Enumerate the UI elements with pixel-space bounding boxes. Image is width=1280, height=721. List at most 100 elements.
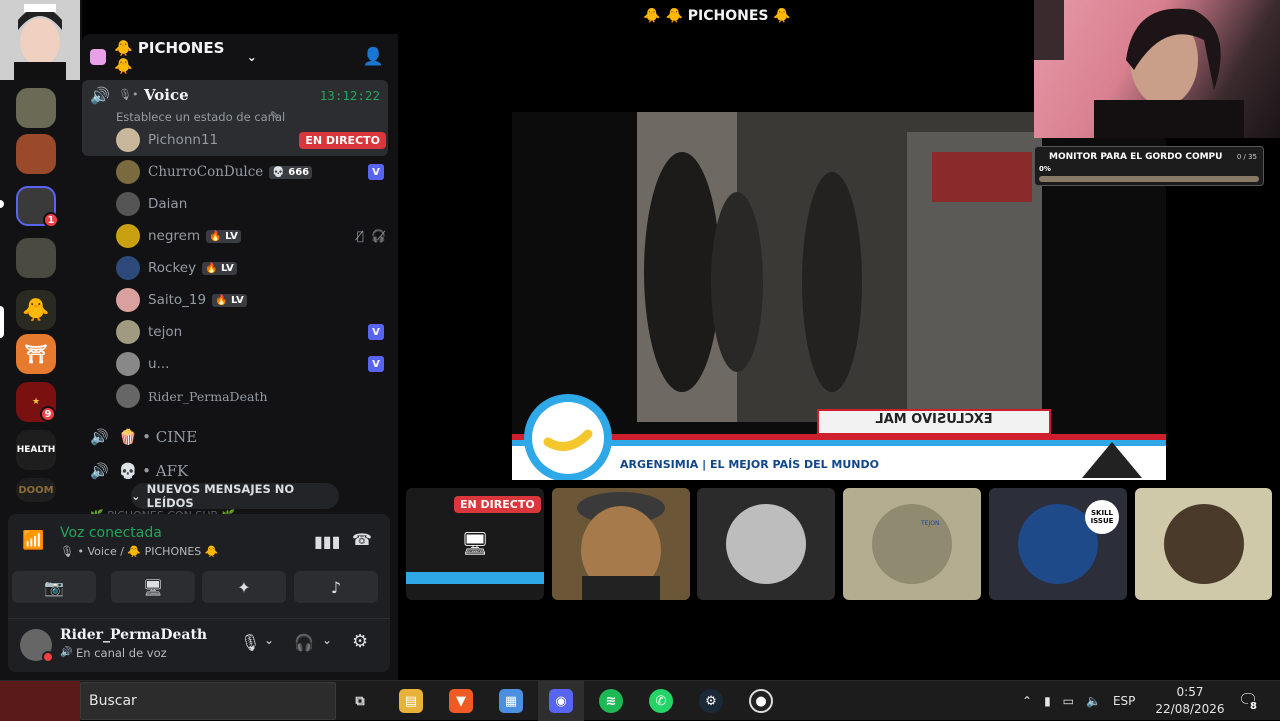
clock-date: 22/08/2026	[1155, 702, 1225, 716]
language-indicator[interactable]: ESP	[1113, 694, 1135, 708]
server-icon[interactable]	[16, 134, 56, 174]
server-icon[interactable]: ⛩	[16, 334, 56, 374]
voice-member[interactable]: Saito_19 🔥 LV	[116, 286, 386, 314]
discord-icon[interactable]: ◉	[549, 689, 573, 713]
chevron-down-icon: ⌄	[246, 50, 257, 64]
add-member-icon[interactable]: 👤	[363, 47, 384, 67]
goal-progress-track	[1039, 176, 1259, 182]
whatsapp-icon[interactable]: ✆	[649, 689, 673, 713]
voice-member[interactable]: Daian	[116, 190, 386, 218]
start-thumbnail[interactable]	[0, 681, 80, 721]
server-icon-pichones[interactable]: 🐥	[16, 290, 56, 330]
voice-member[interactable]: Rockey 🔥 LV	[116, 254, 386, 282]
user-status: En canal de voz	[76, 646, 167, 660]
skill-issue-bubble: SKILL ISSUE	[1085, 500, 1119, 534]
clock[interactable]: 0:57 22/08/2026	[1152, 684, 1228, 718]
voice-channel-afk[interactable]: 🔊 💀 • AFK	[90, 458, 188, 484]
soundboard-icon: ♪	[330, 577, 342, 597]
voice-channel-cine[interactable]: 🔊 🍿 • CINE	[90, 424, 197, 450]
goal-progress-label: 0%	[1039, 165, 1051, 173]
live-badge: EN DIRECTO	[454, 496, 541, 513]
screen-share-button[interactable]: 🖥	[111, 571, 195, 603]
guild-name: 🐥 PICHONES 🐥	[114, 39, 225, 75]
user-tile[interactable]	[552, 488, 690, 600]
volume-icon[interactable]: 🔈	[1086, 694, 1101, 708]
tile-label: TEJON	[921, 520, 940, 527]
voice-member[interactable]: Pichonn11 EN DIRECTO	[116, 126, 386, 154]
user-tile[interactable]: TEJON	[843, 488, 981, 600]
selected-indicator	[0, 306, 4, 338]
new-messages-button[interactable]: ⌄ NUEVOS MENSAJES NO LEÍDOS	[131, 482, 339, 510]
chevron-down-icon[interactable]: ⌄	[264, 633, 274, 647]
avatar	[116, 352, 140, 376]
activities-button[interactable]: ✦	[202, 571, 286, 603]
username[interactable]: Rider_PermaDeath	[60, 627, 207, 643]
search-placeholder: Buscar	[89, 693, 137, 709]
network-icon[interactable]: ▭	[1063, 694, 1074, 708]
mention-badge: 9	[40, 406, 56, 422]
avatar	[116, 224, 140, 248]
server-icon-voice[interactable]	[16, 238, 56, 278]
steam-icon[interactable]: ⚙	[699, 689, 723, 713]
voice-location[interactable]: 🎙 • Voice / 🐥 PICHONES 🐥	[60, 545, 218, 558]
voice-member[interactable]: negrem 🔥 LV 🎙̸ 🎧̸	[116, 222, 386, 250]
chevron-down-icon[interactable]: ⌄	[322, 633, 332, 647]
dog-avatar	[552, 488, 690, 600]
activities-icon: ✦	[237, 577, 251, 597]
user-tile[interactable]	[1135, 488, 1272, 600]
video-badge: V	[368, 324, 384, 340]
streamer-webcam-small	[0, 0, 80, 80]
soundboard-button[interactable]: ♪	[294, 571, 378, 603]
speaker-icon: 🔊	[90, 86, 110, 105]
member-name: negrem	[148, 228, 201, 244]
user-tile[interactable]: SKILL ISSUE	[989, 488, 1127, 600]
lower-third-text: ARGENSIMIA | EL MEJOR PAÍS DEL MUNDO	[620, 458, 879, 471]
notification-count: 8	[1248, 701, 1259, 712]
user-tile[interactable]	[697, 488, 835, 600]
settings-gear-icon[interactable]: ⚙	[352, 631, 368, 652]
microphone-icon[interactable]: 🎙	[240, 633, 260, 652]
channel-status-placeholder[interactable]: Establece un estado de canal	[116, 110, 285, 124]
server-icon[interactable]	[16, 88, 56, 128]
store-icon[interactable]: ▦	[499, 689, 523, 713]
channel-name: 💀 • AFK	[118, 462, 189, 480]
server-icon-doom[interactable]: DOOM	[16, 478, 56, 502]
taskbar-search[interactable]: Buscar	[80, 682, 336, 720]
headphones-icon[interactable]: 🎧	[294, 633, 314, 652]
obs-icon[interactable]: ●	[749, 689, 773, 713]
unread-indicator	[0, 200, 4, 208]
disconnect-icon[interactable]: ☎	[352, 530, 372, 549]
chevron-up-icon[interactable]: ⌃	[1022, 694, 1032, 708]
speaker-icon: 🔊	[90, 428, 109, 446]
speaker-small-icon: 🔊	[60, 647, 73, 658]
member-name: Rider_PermaDeath	[148, 388, 268, 404]
voice-status[interactable]: Voz conectada	[60, 525, 162, 541]
channel-name: 🍿 • CINE	[118, 428, 198, 446]
member-tag: 🔥 LV	[206, 229, 241, 243]
new-messages-label: NUEVOS MENSAJES NO LEÍDOS	[146, 482, 295, 510]
noise-suppression-icon[interactable]: ▮▮▮	[314, 532, 340, 551]
spotify-icon[interactable]: ≋	[599, 689, 623, 713]
server-icon-health[interactable]: HEALTH	[16, 430, 56, 470]
member-name: Saito_19	[148, 292, 207, 308]
pencil-icon: ✎	[270, 109, 280, 122]
guild-header[interactable]: 🐥 PICHONES 🐥 ⌄ 👤	[82, 34, 398, 80]
muted-icon: 🎙̸	[356, 229, 364, 243]
file-explorer-icon[interactable]: ▤	[399, 689, 423, 713]
member-tag: 💀 666	[269, 165, 313, 179]
usb-icon[interactable]: ▮	[1044, 694, 1051, 708]
camera-off-button[interactable]: 📷	[12, 571, 96, 603]
user-avatar-circle	[872, 504, 952, 584]
voice-member[interactable]: ChurroConDulce 💀 666 V	[116, 158, 386, 186]
stream-tile-live[interactable]: EN DIRECTO 🖥	[406, 488, 544, 600]
task-view-icon[interactable]: ⧉	[348, 689, 372, 713]
user-avatar-circle	[1163, 504, 1244, 584]
member-name: Daian	[148, 196, 188, 212]
mention-badge: 1	[43, 212, 59, 228]
avatar	[116, 128, 140, 152]
chevron-down-icon: ⌄	[131, 489, 141, 503]
voice-member[interactable]: Rider_PermaDeath	[116, 382, 386, 410]
voice-member[interactable]: u... V	[116, 350, 386, 378]
voice-member[interactable]: tejon V	[116, 318, 386, 346]
brave-icon[interactable]: ▼	[449, 689, 473, 713]
